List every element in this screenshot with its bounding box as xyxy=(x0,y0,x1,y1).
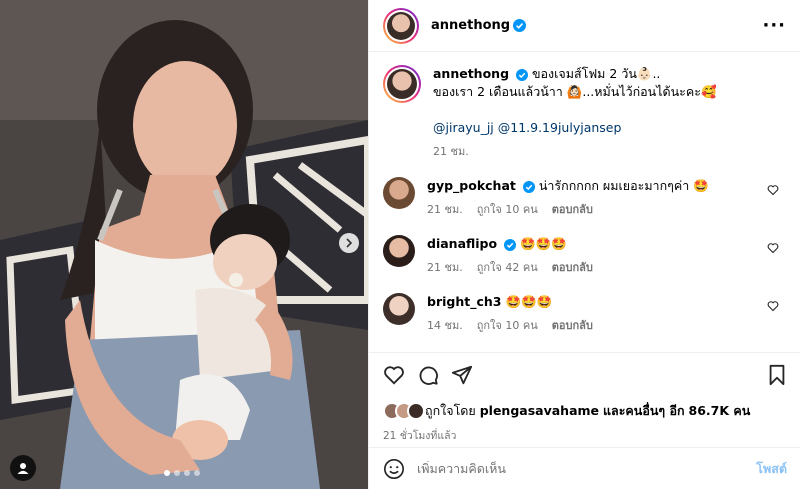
likes-user[interactable]: plengasavahame xyxy=(480,403,599,418)
post-header: annethong ··· xyxy=(369,0,800,52)
verified-badge-icon xyxy=(513,19,527,32)
comment-bubble-icon[interactable] xyxy=(417,364,439,386)
carousel-dot xyxy=(174,470,180,476)
commenter-username[interactable]: dianaflipo xyxy=(427,236,497,251)
comment-likes[interactable]: ถูกใจ 10 คน xyxy=(477,317,538,335)
reply-button[interactable]: ตอบกลับ xyxy=(552,317,593,335)
comment-time: 21 ชม. xyxy=(427,261,463,274)
author-username[interactable]: annethong xyxy=(431,18,510,33)
photo-illustration xyxy=(0,0,368,489)
verified-badge-icon xyxy=(504,238,517,251)
post-timestamp[interactable]: 21 ชั่วโมงที่แล้ว xyxy=(383,427,787,444)
comment-text: 🤩🤩🤩 xyxy=(505,294,553,309)
chevron-right-icon xyxy=(346,238,353,248)
save-bookmark-icon[interactable] xyxy=(767,364,787,386)
caption-username[interactable]: annethong xyxy=(433,66,509,81)
caption-avatar[interactable] xyxy=(383,65,421,103)
comment-likes[interactable]: ถูกใจ 10 คน xyxy=(477,201,538,219)
add-comment-bar: โพสต์ xyxy=(369,447,800,489)
verified-badge-icon xyxy=(516,68,529,81)
likes-summary[interactable]: ถูกใจโดย plengasavahame และคนอื่นๆ อีก 8… xyxy=(383,401,787,421)
carousel-dot xyxy=(194,470,200,476)
caption-line-1: ของเจมส์โฟม 2 วัน👶🏻.. xyxy=(532,66,661,81)
comment-time: 14 ชม. xyxy=(427,319,463,332)
carousel-next-button[interactable] xyxy=(339,233,359,253)
post-photo[interactable] xyxy=(0,0,368,489)
user-icon xyxy=(17,463,29,474)
heart-icon[interactable] xyxy=(767,184,779,196)
more-options-icon[interactable]: ··· xyxy=(762,15,786,36)
mention-link[interactable]: @jirayu_jj xyxy=(433,120,494,135)
mention-link[interactable]: @11.9.19julyjansep xyxy=(498,120,622,135)
verified-badge-icon xyxy=(522,180,535,193)
carousel-dot xyxy=(184,470,190,476)
post-actions: ถูกใจโดย plengasavahame และคนอื่นๆ อีก 8… xyxy=(369,352,800,444)
like-heart-icon[interactable] xyxy=(383,364,405,386)
share-paper-plane-icon[interactable] xyxy=(451,364,473,386)
likes-prefix: ถูกใจโดย xyxy=(425,403,476,418)
post-comment-button[interactable]: โพสต์ xyxy=(756,459,787,479)
comment-time: 21 ชม. xyxy=(427,203,463,216)
commenter-username[interactable]: gyp_pokchat xyxy=(427,178,516,193)
comment-likes[interactable]: ถูกใจ 42 คน xyxy=(477,259,538,277)
liker-avatars xyxy=(383,402,425,420)
carousel-indicator xyxy=(164,470,200,476)
heart-icon[interactable] xyxy=(767,300,779,312)
commenter-username[interactable]: bright_ch3 xyxy=(427,294,501,309)
comment-text: น่ารักกกกก ผมเยอะมากๆค่า 🤩 xyxy=(538,178,709,193)
commenter-avatar[interactable] xyxy=(383,177,415,209)
likes-mid: และคนอื่นๆ อีก xyxy=(603,403,685,418)
comment-item: gyp_pokchat น่ารักกกกก ผมเยอะมากๆค่า 🤩 2… xyxy=(383,161,787,219)
comments-list[interactable]: annethong ของเจมส์โฟม 2 วัน👶🏻.. ของเรา 2… xyxy=(369,53,800,352)
tagged-users-button[interactable] xyxy=(10,455,36,481)
reply-button[interactable]: ตอบกลับ xyxy=(552,259,593,277)
emoji-smiley-icon[interactable] xyxy=(383,458,405,480)
caption: annethong ของเจมส์โฟม 2 วัน👶🏻.. ของเรา 2… xyxy=(383,53,787,161)
caption-line-2: ของเรา 2 เดือนแล้วน้าา 🙆🏻...หมั่นไว้ก่อน… xyxy=(433,84,717,99)
comment-input[interactable] xyxy=(417,461,757,476)
author-avatar[interactable] xyxy=(383,7,419,44)
caption-time: 21 ชม. xyxy=(433,145,469,158)
commenter-avatar[interactable] xyxy=(383,293,415,325)
comment-item: bright_ch3 🤩🤩🤩 14 ชม. ถูกใจ 10 คน ตอบกลั… xyxy=(383,277,787,335)
comment-text: 🤩🤩🤩 xyxy=(520,236,567,251)
commenter-avatar[interactable] xyxy=(383,235,415,267)
post-side-panel: annethong ··· annethong ของเจมส์โฟม 2 วั… xyxy=(368,0,800,489)
likes-count[interactable]: 86.7K คน xyxy=(689,403,751,418)
comment-item: dianaflipo 🤩🤩🤩 21 ชม. ถูกใจ 42 คน ตอบกลั… xyxy=(383,219,787,277)
reply-button[interactable]: ตอบกลับ xyxy=(552,201,593,219)
carousel-dot xyxy=(164,470,170,476)
heart-icon[interactable] xyxy=(767,242,779,254)
